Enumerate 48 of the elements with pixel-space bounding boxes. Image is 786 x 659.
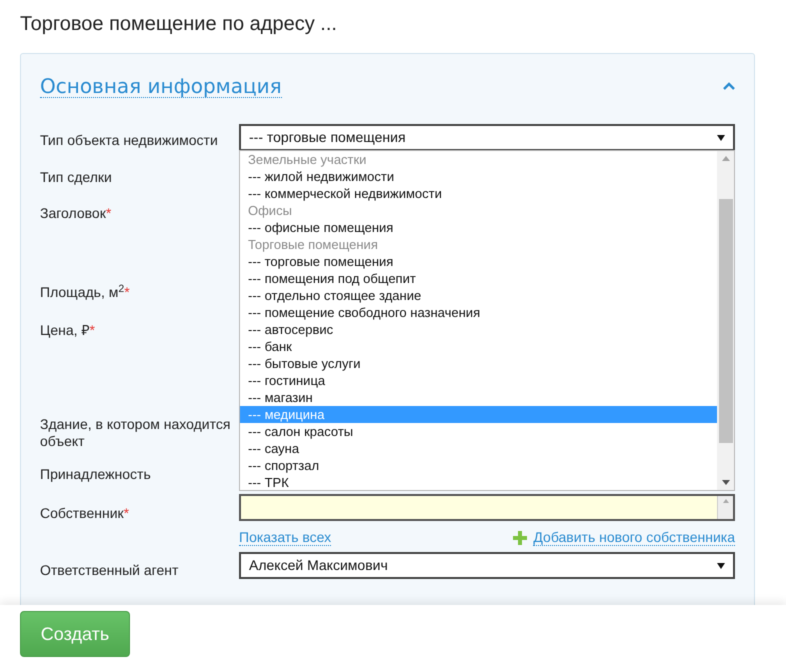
plus-icon — [512, 530, 528, 546]
dropdown-option[interactable]: --- помещения под общепит — [240, 270, 717, 287]
select-value: --- торговые помещения — [249, 128, 406, 147]
dropdown-option[interactable]: --- жилой недвижимости — [240, 168, 717, 185]
owner-field[interactable] — [239, 494, 735, 521]
dropdown-option[interactable]: --- отдельно стоящее здание — [240, 287, 717, 304]
option-group-label: Офисы — [247, 202, 293, 219]
dropdown-option[interactable]: --- салон красоты — [240, 423, 717, 440]
required-asterisk: * — [106, 205, 112, 221]
field-label: Цена, ₽* — [40, 322, 96, 339]
select-value: Алексей Максимович — [249, 556, 388, 575]
dropdown-option[interactable]: --- гостиница — [240, 372, 717, 389]
select-field[interactable]: Алексей Максимович — [239, 552, 735, 579]
required-asterisk: * — [124, 505, 130, 521]
select-field[interactable]: --- торговые помещения — [239, 124, 735, 151]
field-label: Заголовок* — [40, 205, 112, 222]
required-asterisk: * — [89, 322, 95, 338]
required-asterisk: * — [124, 284, 130, 300]
dropdown-option[interactable]: --- бытовые услуги — [240, 355, 717, 372]
option-group-label: Торговые помещения — [247, 236, 379, 253]
dropdown-option[interactable]: --- коммерческой недвижимости — [240, 185, 717, 202]
scroll-up-icon[interactable] — [722, 156, 730, 161]
field-label: Тип объекта недвижимости — [40, 132, 219, 149]
scroll-down-icon[interactable] — [722, 480, 730, 485]
field-label: Здание, в котором находится объект — [40, 416, 232, 450]
dropdown-option[interactable]: --- ТРК — [240, 474, 717, 491]
scrollbar[interactable] — [717, 496, 733, 519]
caret-icon — [717, 562, 725, 568]
caret-icon — [717, 134, 725, 140]
field-label: Тип сделки — [40, 169, 113, 186]
field-label: Ответственный агент — [40, 562, 180, 579]
scroll-up-icon[interactable] — [722, 499, 728, 503]
field-label: Принадлежность — [40, 466, 152, 483]
field-label: Собственник* — [40, 505, 130, 522]
scrollbar[interactable] — [717, 151, 734, 490]
dropdown-option[interactable]: --- магазин — [240, 389, 717, 406]
dropdown-option[interactable]: --- офисные помещения — [240, 219, 717, 236]
dropdown-option[interactable]: --- торговые помещения — [240, 253, 717, 270]
dropdown-option[interactable]: --- спортзал — [240, 457, 717, 474]
dropdown-option[interactable]: --- сауна — [240, 440, 717, 457]
dropdown-option[interactable]: --- помещение свободного назначения — [240, 304, 717, 321]
dropdown-option[interactable]: --- автосервис — [240, 321, 717, 338]
dropdown-option[interactable]: --- банк — [240, 338, 717, 355]
page-title: Торговое помещение по адресу ... — [19, 12, 338, 37]
chevron-up-icon[interactable] — [723, 82, 735, 90]
option-group-label: Земельные участки — [247, 151, 368, 168]
scroll-thumb[interactable] — [718, 198, 732, 442]
field-label: Площадь, м$^{2}$* — [40, 284, 131, 301]
